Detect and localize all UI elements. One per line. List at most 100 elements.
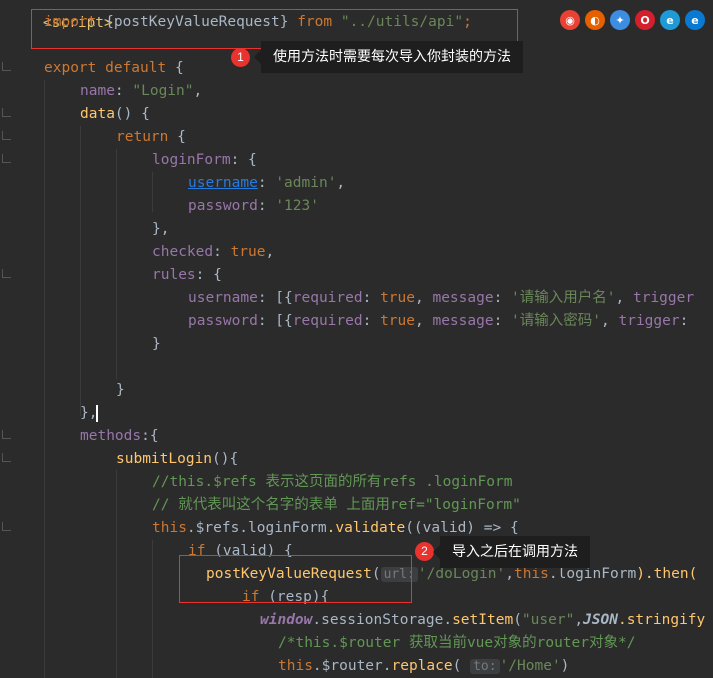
param-hint-to: to: bbox=[470, 659, 500, 674]
password-key: password bbox=[188, 198, 258, 214]
router-access: .$router. bbox=[312, 658, 392, 674]
setitem-call: setItem bbox=[452, 612, 514, 628]
validate-rest: ((valid) => { bbox=[405, 520, 519, 536]
firefox-icon[interactable]: ◐ bbox=[585, 10, 605, 30]
code-line-close: }, bbox=[152, 218, 169, 241]
window-keyword: window bbox=[260, 612, 313, 628]
this-keyword: this bbox=[513, 566, 549, 582]
password-value: '123' bbox=[275, 198, 319, 214]
code-line-export: export default { bbox=[44, 57, 184, 80]
name-value: "Login" bbox=[132, 83, 194, 99]
code-line-submit: submitLogin(){ bbox=[116, 448, 238, 471]
fold-marker[interactable] bbox=[2, 154, 11, 163]
code-comment: // 就代表叫这个名字的表单 上面用ref="loginForm" bbox=[152, 497, 521, 513]
checked-key: checked bbox=[152, 244, 214, 260]
code-line-router: this.$router.replace( to: '/Home') bbox=[278, 658, 570, 674]
fold-marker[interactable] bbox=[2, 522, 11, 531]
rules-key: rules bbox=[152, 267, 196, 283]
replace-call: replace bbox=[391, 658, 453, 674]
indent-guide bbox=[80, 126, 81, 416]
code-comment: //this.$refs 表示这页面的所有refs .loginForm bbox=[152, 474, 513, 490]
validate-call: .validate bbox=[326, 520, 406, 536]
message-key: message bbox=[432, 290, 494, 306]
code-line-methods: methods:{ bbox=[80, 425, 159, 448]
this-keyword: this bbox=[278, 658, 313, 674]
browser-preview-bar: ◉ ◐ ✦ Oe e bbox=[560, 10, 705, 36]
required-key: required bbox=[292, 313, 363, 329]
session-storage: .sessionStorage. bbox=[312, 612, 453, 628]
return-keyword: return bbox=[116, 129, 169, 145]
code-line-username: username: 'admin', bbox=[188, 175, 346, 191]
export-brace: { bbox=[166, 60, 184, 76]
code-line-loginform: loginForm: { bbox=[152, 149, 257, 172]
methods-rest: :{ bbox=[141, 428, 159, 444]
router-close: ) bbox=[560, 658, 570, 674]
message-key: message bbox=[432, 313, 494, 329]
close-brace-comma: }, bbox=[152, 221, 170, 237]
data-function: data bbox=[80, 106, 115, 122]
fold-marker[interactable] bbox=[2, 131, 11, 140]
annotation-number-2: 2 bbox=[415, 542, 434, 561]
highlight-box-call bbox=[179, 555, 412, 603]
fold-marker[interactable] bbox=[2, 62, 11, 71]
indent-guide bbox=[152, 540, 153, 678]
export-keyword: export default bbox=[44, 60, 167, 76]
loginform-ref: loginForm bbox=[248, 520, 327, 536]
required-key: required bbox=[292, 290, 363, 306]
json-keyword: JSON bbox=[583, 612, 618, 628]
code-line-name: name: "Login", bbox=[80, 83, 203, 99]
code-line-session: window.sessionStorage.setItem("user",JSO… bbox=[260, 612, 706, 628]
indent-guide bbox=[152, 172, 153, 212]
submit-function: submitLogin bbox=[116, 451, 213, 467]
safari-icon[interactable]: ✦ bbox=[610, 10, 630, 30]
refs-access: .$refs. bbox=[186, 520, 249, 536]
trigger-key: trigger bbox=[618, 313, 680, 329]
stringify-call: .stringify bbox=[617, 612, 706, 628]
loginform-rest: : { bbox=[230, 152, 257, 168]
close-outer: }, bbox=[80, 405, 98, 421]
code-line-rule-password: password: [{required: true, message: '请输… bbox=[188, 313, 689, 329]
rule-password-key: password bbox=[188, 313, 258, 329]
edge-icon[interactable]: e bbox=[685, 10, 705, 30]
indent-guide bbox=[116, 149, 117, 379]
indent-guide bbox=[116, 470, 117, 678]
rule-open: : [{ bbox=[257, 290, 293, 306]
then-call: ).then( bbox=[636, 566, 698, 582]
this-keyword: this bbox=[152, 520, 187, 536]
code-comment: /*this.$router 获取当前vue对象的router对象*/ bbox=[278, 635, 636, 651]
opera-icon[interactable]: O bbox=[635, 10, 655, 30]
fold-marker[interactable] bbox=[2, 108, 11, 117]
fold-marker[interactable] bbox=[2, 453, 11, 462]
rules-rest: : { bbox=[195, 267, 222, 283]
trigger-key: trigger bbox=[632, 290, 695, 306]
methods-key: methods bbox=[80, 428, 142, 444]
close-brace: } bbox=[116, 382, 125, 398]
code-line-close: } bbox=[152, 333, 161, 356]
annotation-tooltip-1: 使用方法时需要每次导入你封装的方法 bbox=[254, 41, 523, 73]
name-key: name bbox=[80, 83, 115, 99]
annotation-number-1: 1 bbox=[231, 48, 250, 67]
username-value: 'admin' bbox=[275, 175, 337, 191]
code-line-close: } bbox=[116, 379, 125, 402]
router-arg: '/Home' bbox=[499, 658, 561, 674]
fold-marker[interactable] bbox=[2, 269, 11, 278]
chrome-icon[interactable]: ◉ bbox=[560, 10, 580, 30]
data-rest: () { bbox=[114, 106, 150, 122]
username-key[interactable]: username bbox=[188, 175, 258, 191]
annotation-tooltip-2: 导入之后在调用方法 bbox=[433, 536, 590, 568]
code-line-return: return { bbox=[116, 126, 186, 149]
code-line-password: password: '123' bbox=[188, 198, 319, 214]
text-caret bbox=[96, 405, 98, 422]
rule-username-message: '请输入用户名' bbox=[511, 290, 616, 306]
ie-icon[interactable]: e bbox=[660, 10, 680, 30]
true-value: true bbox=[380, 290, 415, 306]
return-brace: { bbox=[168, 129, 186, 145]
setitem-arg: "user" bbox=[521, 612, 575, 628]
rule-open: : [{ bbox=[257, 313, 293, 329]
checked-value: true bbox=[230, 244, 266, 260]
rule-password-message: '请输入密码' bbox=[511, 313, 602, 329]
code-line-rules: rules: { bbox=[152, 264, 222, 287]
fold-marker[interactable] bbox=[2, 430, 11, 439]
rule-username-key: username bbox=[188, 290, 258, 306]
close-brace: } bbox=[152, 336, 161, 352]
